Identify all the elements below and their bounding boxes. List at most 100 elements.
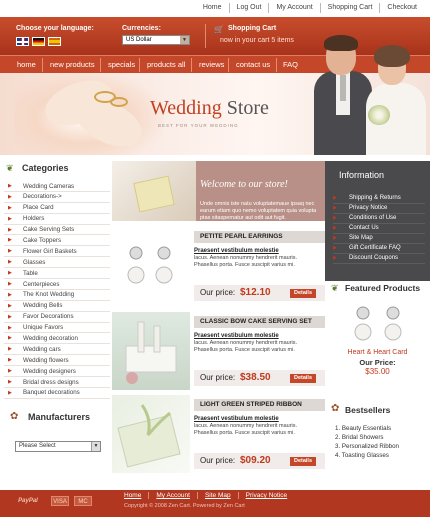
info-item[interactable]: ▶ Contact Us (333, 224, 425, 234)
featured-name[interactable]: Heart & Heart Card (325, 349, 430, 356)
nav-reviews[interactable]: reviews (199, 60, 224, 69)
category-label: The Knot Wedding (23, 291, 75, 299)
nav-faq[interactable]: FAQ (283, 60, 298, 69)
nav-new-products[interactable]: new products (50, 60, 95, 69)
category-item[interactable]: ▶ Place Card (4, 203, 110, 214)
brand-main: Wedding (150, 97, 222, 119)
product-image-earrings[interactable] (112, 227, 190, 305)
groom-tie (340, 75, 346, 101)
info-label: Shipping & Returns (349, 195, 401, 201)
paypal-icon: PayPal (18, 498, 38, 504)
price-box: Our price: $38.50 Details (194, 370, 325, 386)
top-link-account[interactable]: My Account (268, 3, 319, 13)
bullet-icon: ▶ (8, 281, 12, 288)
nav-divider (100, 58, 101, 72)
price-box: Our price: $12.10 Details (194, 285, 325, 301)
product-image-cake-set[interactable] (112, 312, 190, 390)
product-title[interactable]: LIGHT GREEN STRIPED RIBBON (194, 399, 325, 411)
category-label: Favor Decorations (23, 313, 74, 321)
product-image-ribbon[interactable] (112, 395, 190, 473)
information-list: ▶ Shipping & Returns ▶ Privacy Notice ▶ Con… (333, 194, 425, 264)
bullet-icon: ▶ (333, 255, 337, 261)
top-link-home[interactable]: Home (196, 3, 229, 13)
details-button[interactable]: Details (290, 457, 316, 466)
bestseller-item[interactable]: 4. Toasting Glasses (335, 452, 399, 461)
category-item[interactable]: ▶ Banquet decorations (4, 388, 110, 399)
store-logo[interactable]: Wedding Store (150, 97, 269, 120)
category-item[interactable]: ▶ Decorations-> (4, 192, 110, 203)
manufacturers-select[interactable]: Please Select ▼ (15, 441, 101, 452)
footer-link-account[interactable]: My Account (148, 492, 197, 499)
category-label: Table (23, 269, 38, 277)
category-label: Wedding cars (23, 345, 61, 353)
category-item[interactable]: ▶ Wedding flowers (4, 355, 110, 367)
details-button[interactable]: Details (290, 289, 316, 298)
footer-link-sitemap[interactable]: Site Map (196, 492, 238, 499)
top-links: Home Log Out My Account Shopping Cart Ch… (196, 3, 424, 13)
nav-contact[interactable]: contact us (236, 60, 270, 69)
currency-select[interactable]: US Dollar ▼ (122, 35, 190, 45)
category-item[interactable]: ▶ Table (4, 268, 110, 280)
info-item[interactable]: ▶ Conditions of Use (333, 214, 425, 224)
category-item[interactable]: ▶ Unique Favors (4, 323, 110, 334)
top-link-checkout[interactable]: Checkout (379, 3, 424, 13)
flag-german[interactable] (32, 37, 45, 46)
category-item[interactable]: ▶ Favor Decorations (4, 312, 110, 323)
category-item[interactable]: ▶ Cake Toppers (4, 235, 110, 247)
category-item[interactable]: ▶ Wedding Cameras (4, 181, 110, 192)
top-link-logout[interactable]: Log Out (228, 3, 269, 13)
category-item[interactable]: ▶ Holders (4, 214, 110, 225)
product-subtitle[interactable]: Praesent vestibulum molestie (194, 333, 279, 339)
featured-image[interactable] (349, 303, 407, 343)
info-item[interactable]: ▶ Shipping & Returns (333, 194, 425, 204)
categories-header: ❦ Categories (0, 161, 112, 177)
info-label: Privacy Notice (349, 205, 388, 211)
category-label: Wedding Cameras (23, 182, 75, 190)
bestseller-item[interactable]: 3. Personalized Ribbon (335, 443, 399, 452)
cake-set-image (125, 321, 177, 384)
bestseller-item[interactable]: 1. Beauty Essentials (335, 425, 399, 434)
category-label: Flower Girl Baskets (23, 247, 77, 255)
category-item[interactable]: ▶ Glasses (4, 257, 110, 269)
footer-link-home[interactable]: Home (124, 492, 148, 499)
flag-english[interactable] (16, 37, 29, 46)
nav-divider (139, 58, 140, 72)
cart-title[interactable]: Shopping Cart (228, 25, 276, 32)
gift-image (133, 175, 175, 213)
flag-spanish[interactable] (48, 37, 61, 46)
featured-price: $35.00 (365, 367, 390, 376)
category-item[interactable]: ▶ Wedding cars (4, 344, 110, 356)
cart-icon[interactable]: 🛒 (214, 26, 224, 34)
product-subtitle[interactable]: Praesent vestibulum molestie (194, 416, 279, 422)
category-item[interactable]: ▶ Wedding designers (4, 366, 110, 378)
info-item[interactable]: ▶ Gift Certificate FAQ (333, 244, 425, 254)
leaf-icon: ❦ (6, 163, 14, 173)
product-subtitle[interactable]: Praesent vestibulum molestie (194, 248, 279, 254)
category-item[interactable]: ▶ The Knot Wedding (4, 290, 110, 301)
product-title[interactable]: CLASSIC BOW CAKE SERVING SET (194, 316, 325, 328)
category-item[interactable]: ▶ Wedding Bells (4, 301, 110, 312)
category-item[interactable]: ▶ Bridal dress designs (4, 377, 110, 388)
info-item[interactable]: ▶ Privacy Notice (333, 204, 425, 214)
price-box: Our price: $09.20 Details (194, 453, 325, 469)
details-button[interactable]: Details (290, 374, 316, 383)
category-item[interactable]: ▶ Centerpieces (4, 279, 110, 290)
category-item[interactable]: ▶ Wedding decoration (4, 333, 110, 345)
page: Home Log Out My Account Shopping Cart Ch… (0, 0, 430, 517)
nav-products-all[interactable]: products all (147, 60, 185, 69)
category-item[interactable]: ▶ Cake Serving Sets (4, 225, 110, 236)
info-item[interactable]: ▶ Discount Coupons (333, 254, 425, 264)
top-link-cart[interactable]: Shopping Cart (319, 3, 380, 13)
info-label: Discount Coupons (349, 255, 399, 261)
category-item[interactable]: ▶ Flower Girl Baskets (4, 246, 110, 258)
nav-divider (191, 58, 192, 72)
nav-home[interactable]: home (17, 60, 36, 69)
product-title[interactable]: PETITE PEARL EARRINGS (194, 231, 325, 243)
bestseller-item[interactable]: 2. Bridal Showers (335, 434, 399, 443)
info-item[interactable]: ▶ Site Map (333, 234, 425, 244)
nav-specials[interactable]: specials (108, 60, 135, 69)
footer-link-privacy[interactable]: Privacy Notice (237, 492, 295, 499)
copyright: Copyright © 2008 Zen Cart. Powered by Ze… (124, 503, 245, 509)
tagline: BEST FOR YOUR WEDDING (158, 123, 239, 128)
currency-value: US Dollar (126, 37, 152, 43)
